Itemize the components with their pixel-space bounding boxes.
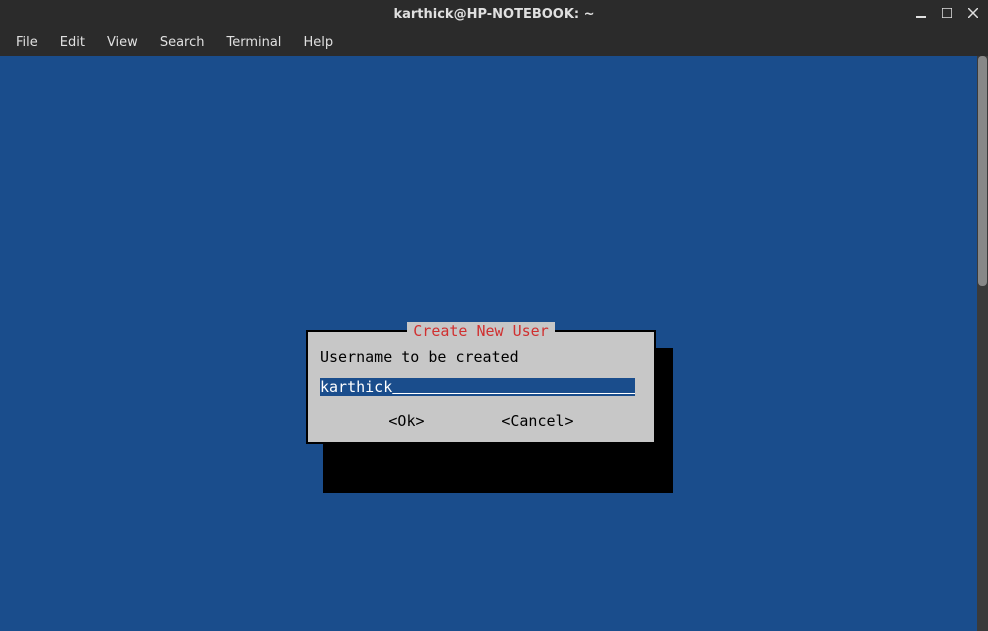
scrollbar[interactable] <box>977 56 988 631</box>
window-title: karthick@HP-NOTEBOOK: ~ <box>393 7 594 22</box>
minimize-icon[interactable] <box>914 8 928 21</box>
maximize-icon[interactable] <box>940 8 954 21</box>
dialog-title: Create New User <box>308 322 654 340</box>
menu-search[interactable]: Search <box>150 31 215 54</box>
username-input[interactable]: karthick <box>320 378 635 396</box>
menu-terminal[interactable]: Terminal <box>216 31 291 54</box>
username-input-value: karthick <box>320 378 392 396</box>
menubar: File Edit View Search Terminal Help <box>0 28 988 56</box>
menu-edit[interactable]: Edit <box>50 31 95 54</box>
menu-help[interactable]: Help <box>293 31 343 54</box>
dialog-prompt: Username to be created <box>320 348 642 366</box>
menu-file[interactable]: File <box>6 31 48 54</box>
ok-button[interactable]: <Ok> <box>388 412 424 430</box>
cancel-button[interactable]: <Cancel> <box>501 412 573 430</box>
close-icon[interactable] <box>966 8 980 21</box>
create-user-dialog: Create New User Username to be created k… <box>306 330 656 444</box>
window-controls <box>914 0 980 28</box>
terminal-area[interactable]: Create New User Username to be created k… <box>0 56 988 631</box>
scrollbar-thumb[interactable] <box>978 56 987 286</box>
window-titlebar: karthick@HP-NOTEBOOK: ~ <box>0 0 988 28</box>
input-padding <box>392 378 635 396</box>
menu-view[interactable]: View <box>97 31 148 54</box>
